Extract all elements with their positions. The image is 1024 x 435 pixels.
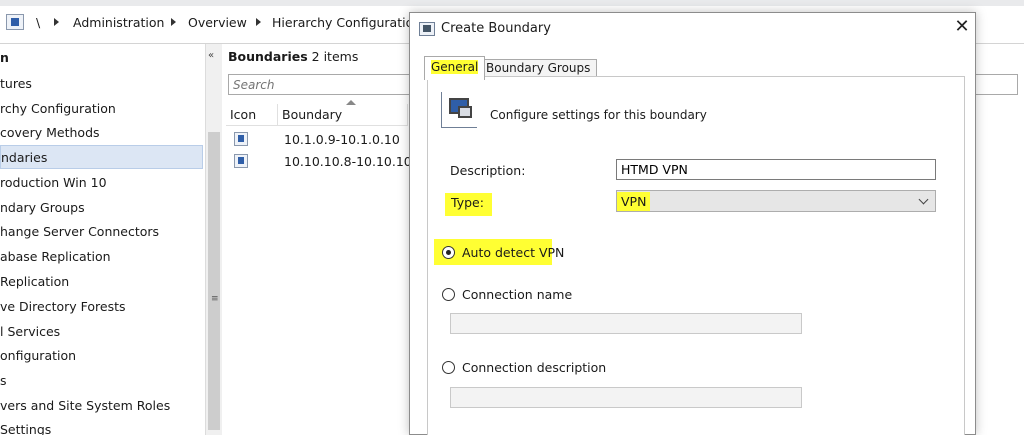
- breadcrumb-root[interactable]: \: [36, 15, 40, 30]
- column-header-icon[interactable]: Icon: [226, 104, 278, 126]
- create-boundary-dialog: Create Boundary ✕ General Boundary Group…: [409, 12, 976, 435]
- nav-item-production-win10[interactable]: roduction Win 10: [0, 171, 203, 195]
- nav-item-settings[interactable]: Settings: [0, 418, 203, 435]
- boundary-value: 10.1.0.9-10.1.0.10: [284, 132, 400, 147]
- close-icon[interactable]: ✕: [951, 16, 973, 38]
- nav-scrollbar[interactable]: ≡: [205, 44, 222, 435]
- breadcrumb-arrow-icon[interactable]: [171, 18, 176, 26]
- boundary-computer-icon: [441, 92, 477, 128]
- nav-item-active-directory-forests[interactable]: ve Directory Forests: [0, 295, 203, 319]
- console-icon[interactable]: [6, 14, 24, 30]
- list-item-count: 2 items: [311, 49, 359, 64]
- nav-item-services[interactable]: l Services: [0, 320, 203, 344]
- chevron-down-icon: [918, 194, 929, 205]
- table-row[interactable]: 10.1.0.9-10.1.0.10: [230, 130, 410, 150]
- nav-item-features[interactable]: tures: [0, 72, 203, 96]
- tab-general[interactable]: General: [424, 56, 486, 80]
- configure-description: Configure settings for this boundary: [490, 108, 707, 122]
- collapse-chevron-icon[interactable]: «: [208, 50, 214, 61]
- list-title-name: Boundaries: [228, 49, 308, 64]
- scroll-grip-icon: ≡: [211, 294, 219, 304]
- nav-item-boundary-groups[interactable]: ndary Groups: [0, 196, 203, 220]
- type-select[interactable]: VPN: [616, 190, 936, 212]
- radio-auto-detect-vpn[interactable]: [442, 246, 455, 259]
- nav-item-exchange-server-connectors[interactable]: hange Server Connectors: [0, 220, 203, 244]
- navigation-pane: n tures rchy Configuration covery Method…: [0, 44, 205, 435]
- nav-item-boundaries[interactable]: ndaries: [0, 145, 203, 169]
- radio-connection-description-label[interactable]: Connection description: [462, 360, 606, 375]
- nav-item-database-replication[interactable]: abase Replication: [0, 245, 203, 269]
- breadcrumb-arrow-icon[interactable]: [256, 18, 261, 26]
- boundary-value: 10.10.10.8-10.10.10.9: [284, 154, 424, 169]
- nav-scrollbar-thumb[interactable]: [208, 132, 220, 430]
- dialog-title: Create Boundary: [441, 21, 551, 36]
- tab-general-label: General: [431, 60, 479, 74]
- radio-auto-detect-label[interactable]: Auto detect VPN: [462, 245, 564, 260]
- table-row[interactable]: 10.10.10.8-10.10.10.9: [230, 152, 424, 172]
- radio-connection-description[interactable]: [442, 361, 455, 374]
- type-label: Type:: [445, 193, 492, 216]
- breadcrumb-arrow-icon[interactable]: [54, 18, 59, 26]
- boundary-icon: [234, 132, 248, 146]
- dialog-window-icon: [419, 22, 435, 36]
- radio-connection-name[interactable]: [442, 288, 455, 301]
- nav-item-servers-site-system-roles[interactable]: vers and Site System Roles: [0, 394, 203, 418]
- description-input[interactable]: [616, 159, 936, 180]
- radio-connection-name-label[interactable]: Connection name: [462, 287, 572, 302]
- description-label: Description:: [450, 163, 526, 178]
- nav-item-discovery-methods[interactable]: covery Methods: [0, 121, 203, 145]
- breadcrumb-hierarchy-configuration[interactable]: Hierarchy Configuration: [272, 15, 421, 30]
- nav-item-replication[interactable]: Replication: [0, 270, 203, 294]
- connection-description-input: [450, 387, 802, 408]
- boundary-icon: [234, 154, 248, 168]
- title-strip: [0, 0, 1024, 6]
- nav-item-s[interactable]: s: [0, 369, 203, 393]
- column-header-boundary[interactable]: Boundary: [278, 104, 408, 126]
- general-tab-panel: Configure settings for this boundary Des…: [427, 76, 965, 435]
- sort-ascending-icon: [346, 100, 356, 105]
- nav-header: n: [0, 50, 9, 65]
- type-selected-value: VPN: [617, 192, 651, 211]
- nav-item-configuration[interactable]: onfiguration: [0, 344, 203, 368]
- breadcrumb-overview[interactable]: Overview: [188, 15, 247, 30]
- connection-name-input: [450, 313, 802, 334]
- search-input[interactable]: [229, 75, 409, 94]
- list-title: Boundaries 2 items: [228, 49, 358, 64]
- breadcrumb-administration[interactable]: Administration: [73, 15, 164, 30]
- monitor-secondary-icon: [458, 106, 472, 118]
- nav-item-hierarchy-configuration[interactable]: rchy Configuration: [0, 97, 203, 121]
